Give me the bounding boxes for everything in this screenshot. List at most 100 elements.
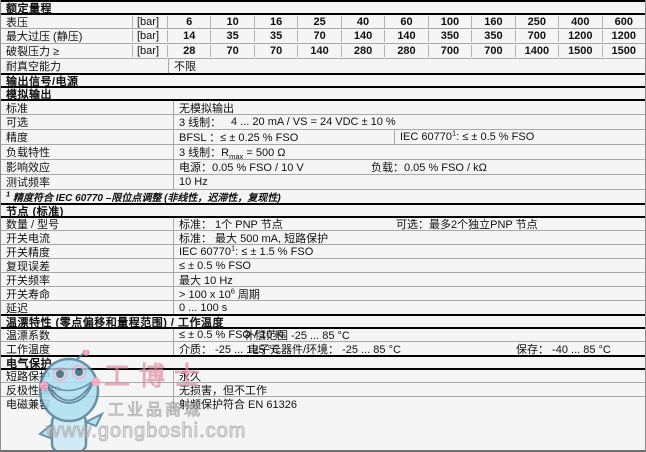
value-cell: 1500	[558, 45, 601, 57]
table-row-reverse-polarity: 反极性保护 无损害，但不工作	[1, 382, 645, 397]
row-value: 无损害，但不工作	[173, 383, 645, 397]
row-value: 0 ... 100 s	[173, 301, 645, 314]
value-cell: 70	[297, 30, 340, 42]
row-label: 可选	[6, 117, 28, 129]
value-cell: 350	[427, 30, 471, 42]
value-cell: 140	[340, 30, 384, 42]
unit-cell: [bar]	[132, 15, 167, 28]
value-cell: 35	[253, 30, 297, 42]
value-cell: 400	[558, 15, 601, 28]
table-row-burst-pressure: 破裂压力 ≥ [bar] 28 70 70 140 280 280 700 70…	[1, 43, 645, 58]
table-row-thermal-coefficient: 温漂系数 ≤ ± 0.5 % FSO / 10 K 补偿范围 -25 ... 8…	[1, 327, 645, 342]
row-value: ≤ ± 0.5 % FSO / 10 K 补偿范围 -25 ... 85 °C	[173, 329, 645, 342]
row-value: 永久	[173, 370, 645, 383]
row-label: 破裂压力 ≥	[6, 46, 60, 58]
value-text: 3 线制：Rmax = 500 Ω	[179, 147, 286, 162]
table-row-switch-current: 开关电流 标准： 最大 500 mA, 短路保护	[1, 230, 645, 245]
table-row-delay: 延迟 0 ... 100 s	[1, 300, 645, 315]
value-cell: 6	[167, 15, 210, 28]
value-text: 10 Hz	[179, 176, 208, 188]
table-row-max-overpressure: 最大过压 (静压) [bar] 14 35 35 70 140 140 350 …	[1, 28, 645, 43]
row-value: > 100 x 106 周期	[173, 285, 645, 301]
row-label: 精度	[6, 132, 28, 144]
value-cell: 40	[340, 15, 384, 28]
value-text: 负载：0.05 % FSO / kΩ	[371, 162, 487, 174]
value-cell: 10	[210, 15, 253, 28]
value-cell: 250	[514, 15, 558, 28]
row-value: 无模拟输出	[173, 101, 645, 115]
row-value: 3 线制： 4 ... 20 mA / VS = 24 VDC ± 10 %	[173, 115, 645, 129]
value-cell: 28	[167, 45, 210, 57]
table-row-analog-standard: 标准 无模拟输出	[1, 99, 645, 115]
value-cell: 1200	[601, 30, 645, 42]
row-value: 不限	[168, 59, 645, 73]
unit-cell: [bar]	[132, 45, 167, 57]
value-cell: 160	[471, 15, 514, 28]
value-cell: 1500	[601, 45, 645, 57]
table-row-switch-life: 开关寿命 > 100 x 106 周期	[1, 285, 645, 301]
table-row-analog-optional: 可选 3 线制： 4 ... 20 mA / VS = 24 VDC ± 10 …	[1, 114, 645, 129]
value-text: 不限	[174, 61, 196, 73]
row-value: 射频保护符合 EN 61326	[173, 397, 645, 411]
value-text: 可选：最多2个独立PNP 节点	[396, 219, 538, 231]
row-label: 测试频率	[6, 177, 50, 189]
value-cell: 1400	[514, 45, 558, 57]
row-label: 影响效应	[6, 162, 50, 174]
value-text: > 100 x 106 周期	[179, 285, 260, 301]
value-text: BFSL ：≤ ± 0.25 % FSO	[179, 132, 299, 144]
table-row-influence-effect: 影响效应 电源：0.05 % FSO / 10 V 负载：0.05 % FSO …	[1, 159, 645, 174]
value-cell: 140	[384, 30, 427, 42]
value-cell: 1200	[558, 30, 601, 42]
value-text: 电子元器件/环境： -25 ... 85 °C	[248, 343, 401, 356]
value-text: 标准： 最大 500 mA, 短路保护	[179, 232, 329, 245]
table-row-operating-temperature: 工作温度 介质： -25 ... 125 °C 电子元器件/环境： -25 ..…	[1, 341, 645, 356]
value-cell: 700	[514, 30, 558, 42]
row-value: 3 线制：Rmax = 500 Ω	[173, 145, 645, 162]
row-label: 电磁兼容	[6, 398, 50, 411]
table-row-repeatability: 复现误差 ≤ ± 0.5 % FSO	[1, 258, 645, 273]
row-value: 最大 10 Hz	[173, 273, 645, 287]
value-cell: 280	[340, 45, 384, 57]
table-row-short-circuit: 短路保护 永久	[1, 368, 645, 383]
row-value: 电源：0.05 % FSO / 10 V 负载：0.05 % FSO / kΩ	[173, 160, 645, 174]
table-row-analog-accuracy: 精度 BFSL ：≤ ± 0.25 % FSO IEC 607701: ≤ ± …	[1, 129, 645, 144]
row-value: 标准： 最大 500 mA, 短路保护	[173, 231, 645, 245]
section-header-output-power: 输出信号/电源	[1, 73, 645, 88]
value-text: 0 ... 100 s	[179, 301, 228, 314]
row-value: IEC 607701: ≤ ± 1.5 % FSO	[173, 242, 645, 258]
section-header-thermal: 温漂特性 (零点偏移和量程范围) / 工作温度	[1, 314, 645, 329]
footnote-row: 1 精度符合 IEC 60770 –限位点调整 (非线性，迟滞性，复现性)	[1, 189, 645, 204]
table-row-gauge-pressure: 表压 [bar] 6 10 16 25 40 60 100 160 250 40…	[1, 13, 645, 29]
row-value: 标准： 1个 PNP 节点 可选：最多2个独立PNP 节点	[173, 218, 645, 231]
value-cell: 25	[297, 15, 340, 28]
value-cell: 600	[601, 15, 645, 28]
value-cell: 14	[167, 30, 210, 42]
value-cell: 60	[384, 15, 427, 28]
value-cell: 16	[253, 15, 297, 28]
section-header-analog-output: 模拟输出	[1, 86, 645, 101]
row-value: ≤ ± 0.5 % FSO	[173, 259, 645, 272]
watermark-url-text: www.gongboshi.com	[45, 420, 247, 443]
unit-cell: [bar]	[132, 30, 167, 42]
section-header-rated-range: 额定量程	[1, 0, 645, 15]
value-cell: 140	[297, 45, 340, 57]
value-cell: 280	[384, 45, 427, 57]
table-row-test-frequency: 测试频率 10 Hz	[1, 174, 645, 189]
column-divider	[394, 130, 395, 144]
datasheet-spec-table: 额定量程 表压 [bar] 6 10 16 25 40 60 100 160 2…	[0, 0, 646, 452]
row-value: 介质： -25 ... 125 °C 电子元器件/环境： -25 ... 85 …	[173, 342, 645, 356]
table-row-load-characteristic: 负载特性 3 线制：Rmax = 500 Ω	[1, 144, 645, 162]
value-text: 3 线制：	[179, 117, 222, 129]
table-row-emc: 电磁兼容 射频保护符合 EN 61326	[1, 396, 645, 411]
value-text: 电源：0.05 % FSO / 10 V	[179, 162, 304, 174]
value-cell: 700	[427, 45, 471, 57]
value-cell: 70	[210, 45, 253, 57]
row-label: 最大过压 (静压)	[6, 31, 83, 43]
row-value: 10 Hz	[173, 175, 645, 189]
table-row-vacuum: 耐真空能力 不限	[1, 58, 645, 73]
row-label: 负载特性	[6, 147, 50, 159]
value-text: IEC 607701: ≤ ± 1.5 % FSO	[179, 242, 314, 258]
value-cell: 350	[471, 30, 514, 42]
value-text: 保存： -40 ... 85 °C	[516, 343, 611, 356]
value-cell: 100	[427, 15, 471, 28]
